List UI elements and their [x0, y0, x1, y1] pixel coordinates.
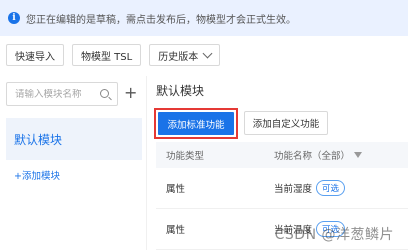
module-title: 默认模块	[156, 84, 205, 98]
history-label: 历史版本	[158, 51, 199, 63]
module-search	[6, 82, 118, 106]
add-custom-label: 添加自定义功能	[252, 119, 320, 130]
add-standard-function-button[interactable]: 添加标准功能	[158, 112, 234, 135]
column-header-name[interactable]: 功能名称（全部）	[274, 148, 408, 162]
table-row[interactable]: 属性 当前湿度 可选	[156, 168, 408, 209]
search-icon[interactable]	[100, 89, 109, 98]
sidebar-item-default-module[interactable]: 默认模块	[6, 118, 142, 160]
column-header-type: 功能类型	[166, 151, 205, 162]
notice-text: 您正在编辑的是草稿，需点击发布后，物模型才会正式生效。	[26, 14, 296, 26]
filter-icon[interactable]	[354, 152, 363, 158]
table-header: 功能类型 功能名称（全部）	[156, 142, 408, 168]
tsl-button[interactable]: 物模型 TSL	[72, 44, 142, 66]
highlight-frame: 添加标准功能	[154, 108, 238, 139]
add-standard-label: 添加标准功能	[167, 119, 225, 131]
add-module-link[interactable]: +添加模块	[14, 168, 60, 182]
quick-import-button[interactable]: 快速导入	[6, 44, 64, 66]
add-custom-function-button[interactable]: 添加自定义功能	[244, 111, 328, 135]
add-icon[interactable]: +	[124, 84, 137, 102]
row-name-label: 当前湿度	[274, 184, 313, 195]
info-icon: i	[8, 12, 20, 24]
watermark: CSDN @洋葱鳞片	[274, 227, 394, 243]
row-name: 当前湿度 可选	[274, 180, 408, 196]
row-type: 属性	[166, 184, 186, 195]
optional-badge: 可选	[316, 180, 346, 196]
row-type: 属性	[166, 225, 186, 236]
draft-notice: i 您正在编辑的是草稿，需点击发布后，物模型才会正式生效。	[0, 0, 408, 36]
column-header-name-label: 功能名称（全部）	[274, 151, 351, 162]
chevron-down-icon	[202, 48, 213, 58]
sidebar-item-label: 默认模块	[14, 132, 63, 147]
quick-import-label: 快速导入	[15, 51, 55, 63]
tsl-label: 物模型 TSL	[81, 51, 133, 63]
toolbar: 快速导入 物模型 TSL 历史版本	[6, 44, 221, 66]
divider	[146, 76, 147, 250]
module-search-input[interactable]	[15, 88, 99, 100]
history-version-dropdown[interactable]: 历史版本	[149, 44, 221, 66]
